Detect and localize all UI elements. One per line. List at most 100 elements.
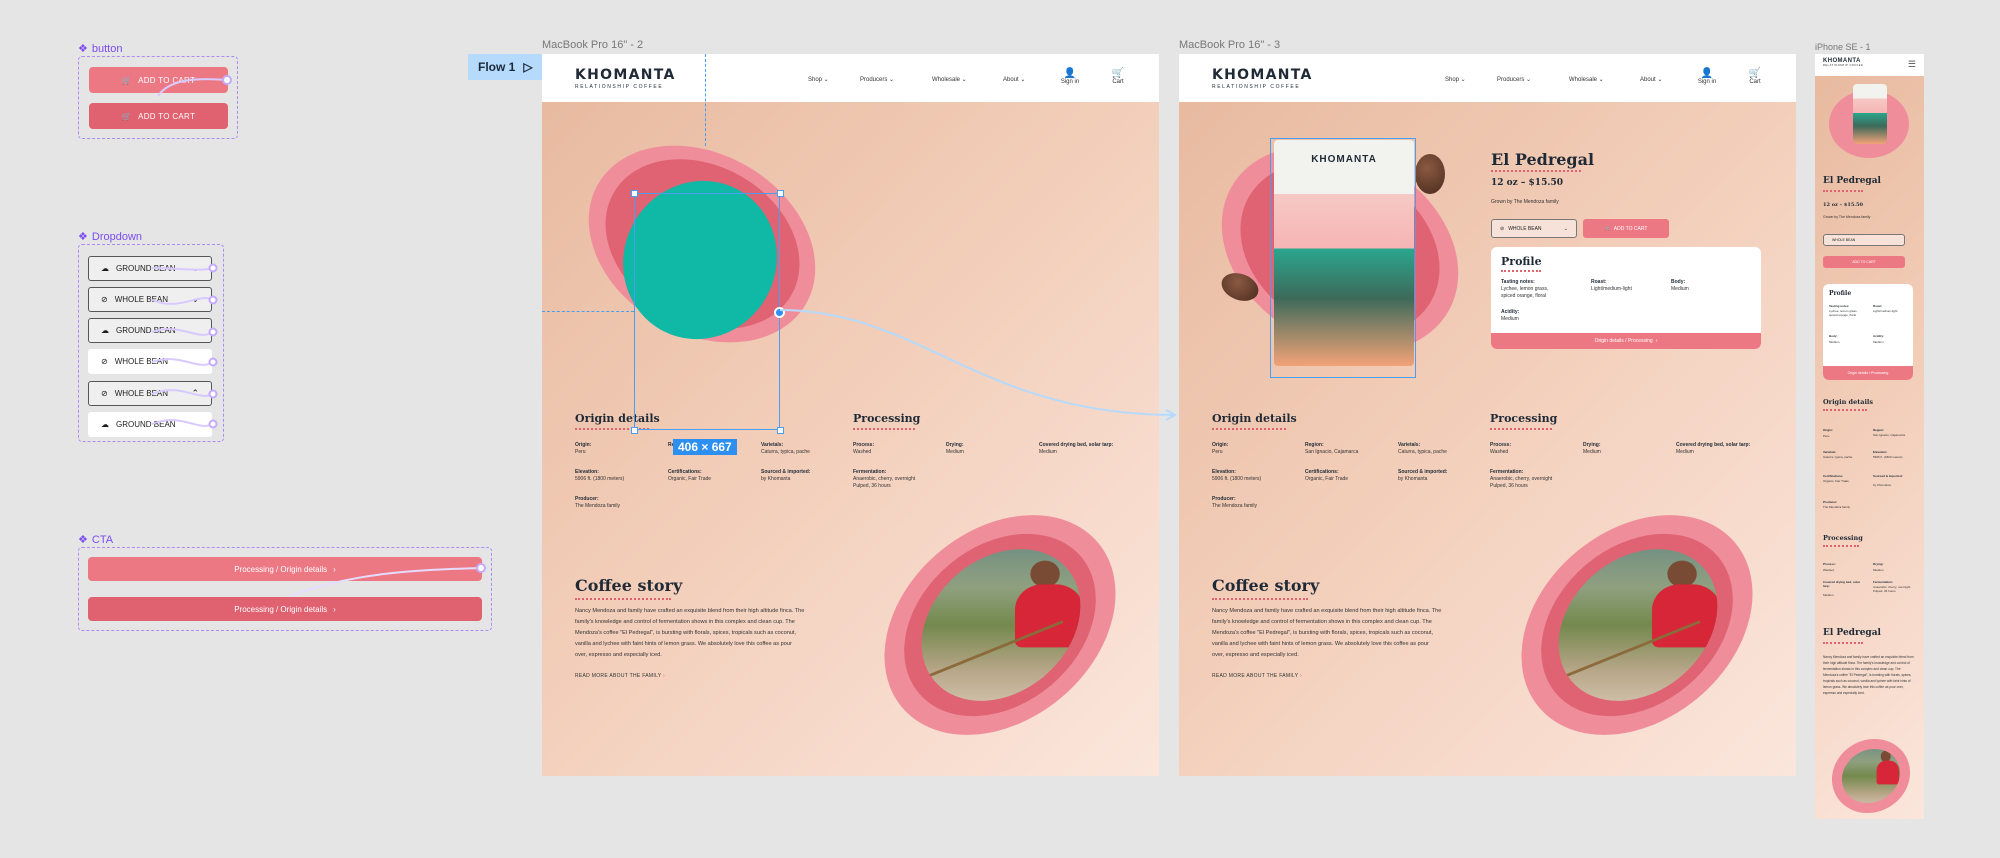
nav-about[interactable]: About ⌄: [1640, 76, 1662, 83]
brand-logo[interactable]: KHOMANTA RELATIONSHIP COFFEE: [1823, 58, 1863, 67]
cta-origin-processing-variant-2[interactable]: Processing / Origin details ›: [88, 597, 482, 621]
process-value: Washed: [1490, 449, 1509, 455]
site-header: KHOMANTA RELATIONSHIP COFFEE Shop ⌄ Produ…: [542, 54, 1159, 102]
chevron-right-icon: ›: [333, 604, 336, 614]
ground-bean-icon: ☁: [101, 326, 109, 335]
profile-card: Profile Tasting notes: Lychee, lemon gra…: [1491, 247, 1761, 349]
frame-iphone-se[interactable]: KHOMANTA RELATIONSHIP COFFEE ☰ El Pedrega…: [1815, 54, 1924, 819]
heading-underline: [1501, 268, 1541, 272]
coffee-bean-image: [1415, 154, 1445, 194]
origin-label: Origin:: [1212, 442, 1229, 448]
button-component-title[interactable]: ❖ button: [78, 42, 122, 56]
grind-select[interactable]: ⊘ WHOLE BEAN ⌄: [1491, 219, 1577, 238]
frame-label-iphone[interactable]: iPhone SE - 1: [1815, 42, 1871, 52]
coffee-bag-image: [1853, 84, 1887, 144]
covered-label: Covered drying bed, solar tarp:: [1039, 442, 1114, 448]
resize-handle[interactable]: [631, 427, 638, 434]
elevation-value: 5906 ft. (1800 meters): [1873, 455, 1903, 459]
nav-producers[interactable]: Producers ⌄: [860, 76, 894, 83]
heading-underline: [1823, 188, 1863, 192]
arrow-right-icon: ›: [663, 673, 666, 679]
varietals-value: Caturra, typica, pache: [1398, 449, 1447, 455]
coffee-story-heading: Coffee story: [1212, 576, 1320, 595]
ground-bean-icon: ☁: [101, 264, 109, 273]
play-icon: ▷: [523, 60, 533, 74]
varietals-label: Varietals:: [1823, 450, 1837, 454]
nav-wholesale[interactable]: Wholesale ⌄: [932, 76, 967, 83]
origin-value: Peru: [1212, 449, 1223, 455]
resize-handle[interactable]: [631, 190, 638, 197]
brand-logo[interactable]: KHOMANTA RELATIONSHIP COFFEE: [575, 67, 676, 90]
nav-producers[interactable]: Producers ⌄: [1497, 76, 1531, 83]
cart-icon: 🛒: [1604, 225, 1611, 232]
read-more-link[interactable]: READ MORE ABOUT THE FAMILY ›: [1212, 673, 1302, 679]
origin-processing-cta[interactable]: Origin details / Processing ›: [1491, 333, 1761, 349]
sourced-label: Sourced & imported:: [761, 469, 811, 475]
producer-value: The Mendoza family: [1823, 505, 1851, 509]
nav-shop[interactable]: Shop ⌄: [808, 76, 829, 83]
story-title: El Pedregal: [1823, 628, 1881, 638]
covered-value: Medium: [1823, 593, 1834, 597]
add-to-cart-button-variant-2[interactable]: 🛒 ADD TO CART: [89, 103, 228, 129]
cta-component-title[interactable]: ❖ CTA: [78, 533, 113, 547]
fermentation-label: Fermentation:: [1873, 580, 1894, 584]
cart-icon: 🛒: [121, 111, 133, 121]
process-value: Washed: [853, 449, 872, 455]
heading-underline: [1823, 407, 1867, 411]
sign-in-link[interactable]: 👤 Sign in: [1055, 68, 1085, 85]
component-icon: ❖: [78, 231, 88, 243]
heading-underline: [1491, 168, 1581, 172]
whole-bean-icon: ⊘: [101, 357, 108, 366]
frame-macbook-3[interactable]: KHOMANTA RELATIONSHIP COFFEE Shop ⌄ Produ…: [1179, 54, 1796, 776]
read-more-link[interactable]: READ MORE ABOUT THE FAMILY ›: [575, 673, 665, 679]
cart-link[interactable]: 🛒 Cart: [1103, 68, 1133, 85]
sourced-value: by Khomanta: [1873, 483, 1891, 487]
tasting-value: Lychee, lemon grass, spiced orange, flor…: [1501, 286, 1549, 299]
sourced-label: Sourced & imported:: [1398, 469, 1448, 475]
frame-label-macbook-2[interactable]: MacBook Pro 16" - 2: [542, 39, 643, 51]
resize-handle[interactable]: [777, 190, 784, 197]
grind-select[interactable]: WHOLE BEAN: [1823, 234, 1905, 246]
ground-bean-icon: ☁: [101, 420, 109, 429]
producer-label: Producer:: [1212, 496, 1236, 502]
acidity-value: Medium: [1501, 316, 1519, 322]
selection-bounding-box[interactable]: [634, 193, 780, 430]
producer-label: Producer:: [575, 496, 599, 502]
process-label: Process:: [1490, 442, 1512, 448]
certifications-label: Certifications:: [668, 469, 702, 475]
drying-value: Medium: [946, 449, 964, 455]
whole-bean-icon: ⊘: [101, 295, 108, 304]
chevron-right-icon: ›: [1655, 338, 1658, 344]
brand-logo[interactable]: KHOMANTA RELATIONSHIP COFFEE: [1212, 67, 1313, 90]
elevation-label: Elevation:: [1873, 450, 1888, 454]
region-label: Region:: [1873, 428, 1885, 432]
certifications-label: Certifications:: [1305, 469, 1339, 475]
heading-underline: [1212, 426, 1286, 430]
drying-label: Drying:: [1873, 562, 1884, 566]
dropdown-component-title[interactable]: ❖ Dropdown: [78, 230, 142, 244]
cart-link[interactable]: 🛒 Cart: [1740, 68, 1770, 85]
add-to-cart-button[interactable]: 🛒 ADD TO CART: [1583, 219, 1669, 238]
heading-underline: [1823, 640, 1863, 644]
origin-processing-cta[interactable]: Origin details / Processing: [1823, 366, 1913, 380]
sign-in-link[interactable]: 👤 Sign in: [1692, 68, 1722, 85]
hamburger-menu-icon[interactable]: ☰: [1908, 59, 1916, 70]
roast-label: Roast:: [1591, 279, 1607, 285]
flow-starting-point[interactable]: Flow 1 ▷: [468, 54, 543, 80]
prototype-connector: [157, 75, 232, 97]
fermentation-value: Anaerobic, cherry, overnight Pulped, 36 …: [1490, 476, 1553, 489]
nav-wholesale[interactable]: Wholesale ⌄: [1569, 76, 1604, 83]
add-to-cart-button[interactable]: ADD TO CART: [1823, 256, 1905, 268]
covered-label: Covered drying bed, solar tarp:: [1823, 580, 1861, 588]
sourced-value: by Khomanta: [1398, 476, 1428, 482]
acidity-label: Acidity:: [1873, 334, 1885, 338]
certifications-label: Certifications:: [1823, 474, 1844, 478]
chevron-down-icon: ⌄: [1563, 225, 1568, 232]
producer-value: The Mendoza family: [1212, 503, 1258, 509]
nav-about[interactable]: About ⌄: [1003, 76, 1025, 83]
cart-icon: 🛒: [121, 75, 133, 85]
frame-label-macbook-3[interactable]: MacBook Pro 16" - 3: [1179, 39, 1280, 51]
selection-bounding-box[interactable]: [1270, 138, 1416, 378]
nav-shop[interactable]: Shop ⌄: [1445, 76, 1466, 83]
origin-details-heading: Origin details: [1212, 412, 1297, 425]
